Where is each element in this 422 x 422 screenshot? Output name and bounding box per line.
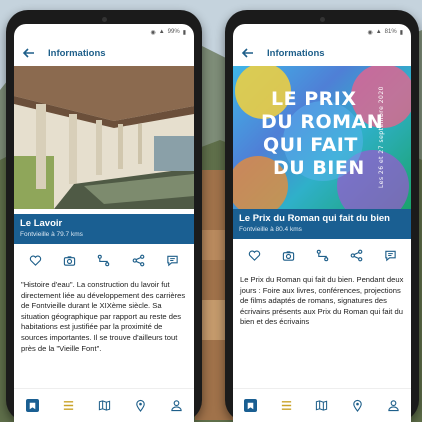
poster-line-4: DU BIEN — [273, 157, 365, 179]
place-distance: Fontvieille à 79.7 kms — [20, 231, 83, 238]
map-book-icon[interactable] — [25, 399, 39, 412]
heart-icon[interactable] — [29, 254, 42, 267]
poster-line-1: LE PRIX — [271, 88, 357, 110]
place-caption: Le Lavoir Fontvieille à 79.7 kms — [14, 214, 194, 244]
left-phone: ◉ ▲ 99% ▮ Informations Le Lavoir Fontvie… — [6, 10, 202, 422]
battery-icon: ▮ — [399, 29, 403, 36]
bottom-nav — [233, 388, 411, 422]
pin-icon[interactable] — [134, 399, 147, 412]
event-poster: LE PRIX DU ROMAN QUI FAIT DU BIEN Les 26… — [233, 66, 411, 209]
right-phone: ◉ ▲ 81% ▮ Informations LE PRIX DU ROMAN … — [225, 10, 419, 422]
poster-line-2: DU ROMAN — [261, 111, 384, 133]
place-title: Le Lavoir — [20, 218, 63, 229]
front-camera — [102, 17, 107, 22]
poster-line-3: QUI FAIT — [263, 134, 358, 156]
share-icon[interactable] — [350, 249, 363, 262]
action-bar — [14, 244, 194, 276]
location-icon: ◉ — [150, 29, 156, 36]
back-icon[interactable] — [22, 46, 36, 60]
map-icon[interactable] — [98, 399, 111, 412]
left-screen: ◉ ▲ 99% ▮ Informations Le Lavoir Fontvie… — [14, 24, 194, 422]
place-caption: Le Prix du Roman qui fait du bien Fontvi… — [233, 209, 411, 239]
right-screen: ◉ ▲ 81% ▮ Informations LE PRIX DU ROMAN … — [233, 24, 411, 422]
user-icon[interactable] — [170, 399, 183, 412]
battery-level: 99% — [167, 29, 180, 35]
status-bar: ◉ ▲ 99% ▮ — [14, 24, 194, 40]
location-icon: ◉ — [367, 29, 373, 36]
back-icon[interactable] — [241, 46, 255, 60]
page-title: Informations — [267, 47, 325, 59]
place-title: Le Prix du Roman qui fait du bien — [239, 213, 390, 224]
place-description: "Histoire d'eau". La construction du lav… — [21, 280, 186, 353]
bottom-nav — [14, 388, 194, 422]
map-icon[interactable] — [315, 399, 328, 412]
list-icon[interactable] — [280, 399, 293, 412]
page-title: Informations — [48, 47, 106, 59]
status-bar: ◉ ▲ 81% ▮ — [233, 24, 411, 40]
action-bar — [233, 239, 411, 271]
share-icon[interactable] — [132, 254, 145, 267]
camera-icon[interactable] — [282, 249, 295, 262]
front-camera — [320, 17, 325, 22]
place-distance: Fontvieille à 80.4 kms — [239, 226, 302, 233]
chat-icon[interactable] — [166, 254, 179, 267]
heart-icon[interactable] — [248, 249, 261, 262]
list-icon[interactable] — [62, 399, 75, 412]
route-icon[interactable] — [97, 254, 110, 267]
place-photo — [14, 66, 194, 209]
app-bar: Informations — [233, 40, 411, 66]
poster-dates: Les 26 et 27 septembre 2020 — [378, 86, 385, 189]
place-description: Le Prix du Roman qui fait du bien. Penda… — [240, 275, 404, 327]
signal-icon: ▲ — [375, 29, 382, 35]
user-icon[interactable] — [387, 399, 400, 412]
pin-icon[interactable] — [351, 399, 364, 412]
battery-icon: ▮ — [182, 29, 186, 36]
battery-level: 81% — [384, 29, 397, 35]
signal-icon: ▲ — [158, 29, 165, 35]
camera-icon[interactable] — [63, 254, 76, 267]
app-bar: Informations — [14, 40, 194, 66]
map-book-icon[interactable] — [244, 399, 258, 412]
chat-icon[interactable] — [384, 249, 397, 262]
route-icon[interactable] — [316, 249, 329, 262]
